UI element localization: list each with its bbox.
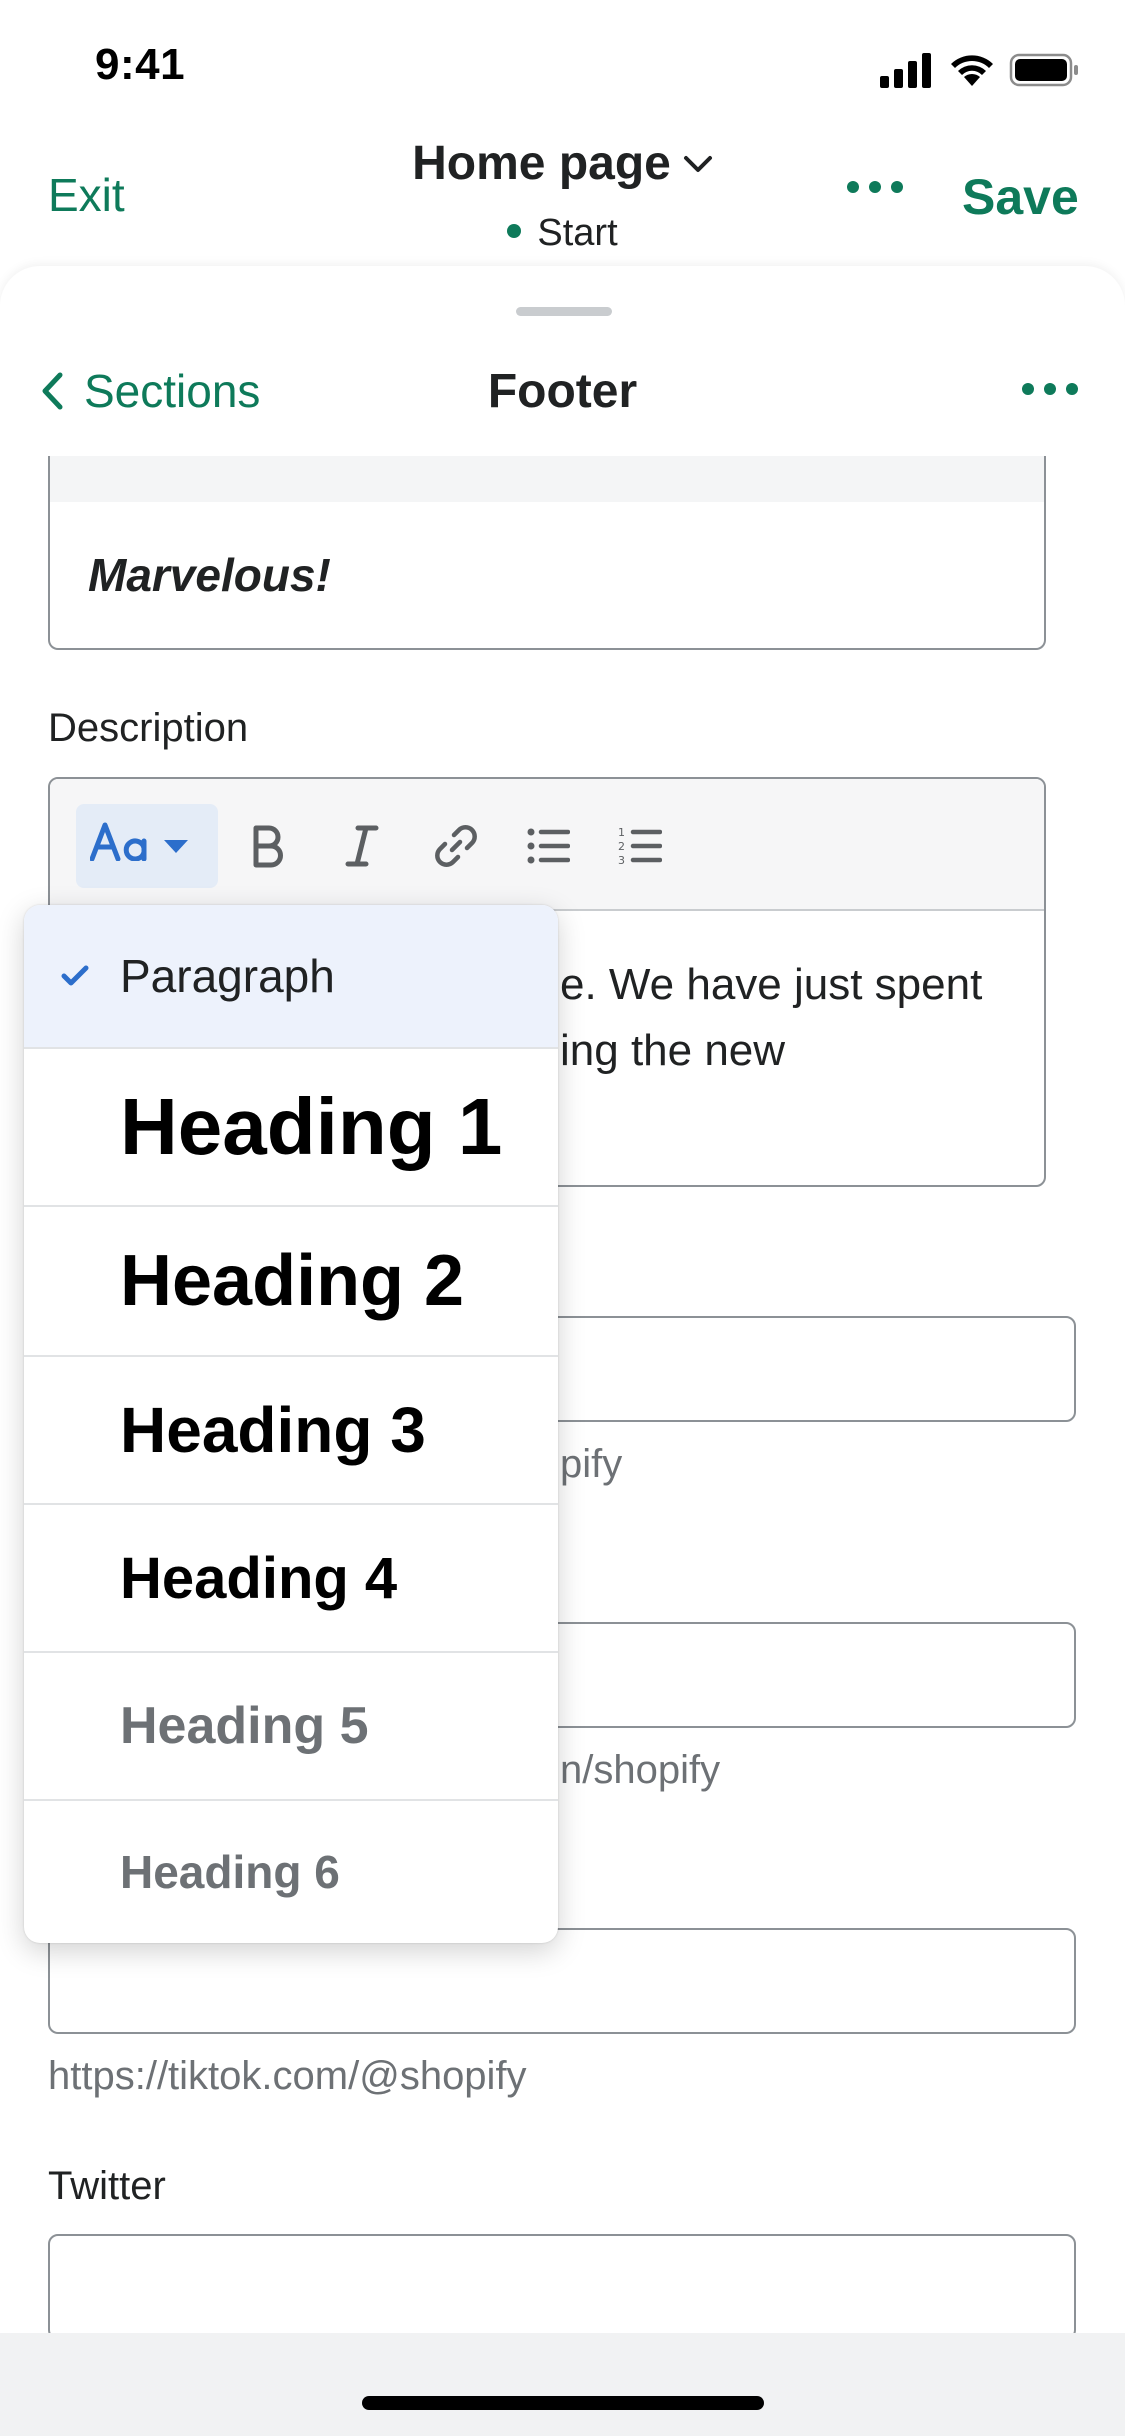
battery-icon — [1009, 53, 1078, 87]
caret-down-icon — [164, 840, 188, 853]
format-dropdown: Paragraph Heading 1 Heading 2 Heading 3 … — [24, 905, 558, 1943]
status-icons — [880, 52, 1080, 88]
format-option-label: Heading 6 — [120, 1846, 340, 1898]
twitter-label: Twitter — [48, 2164, 166, 2208]
more-horizontal-icon[interactable] — [845, 172, 905, 202]
status-time: 9:41 — [95, 40, 186, 89]
format-option-heading-4[interactable]: Heading 4 — [24, 1505, 558, 1653]
tiktok-link-input[interactable] — [48, 1928, 1076, 2034]
format-option-paragraph[interactable]: Paragraph — [24, 905, 558, 1049]
format-option-label: Heading 4 — [120, 1545, 398, 1611]
page-status-label: Start — [537, 212, 618, 254]
twitter-link-input[interactable] — [48, 2234, 1076, 2340]
svg-text:1: 1 — [618, 826, 625, 839]
svg-text:3: 3 — [618, 854, 625, 866]
page-status: Start — [0, 212, 1125, 255]
numbered-list-icon[interactable]: 123 — [612, 818, 668, 874]
more-horizontal-icon[interactable] — [1020, 376, 1080, 402]
wifi-icon — [951, 55, 993, 86]
description-text-line: ing the new — [560, 1026, 786, 1075]
bold-icon[interactable] — [240, 818, 296, 874]
tiktok-link-help: https://tiktok.com/@shopify — [48, 2054, 527, 2098]
status-dot — [507, 223, 522, 238]
link-icon[interactable] — [428, 818, 484, 874]
format-option-heading-5[interactable]: Heading 5 — [24, 1653, 558, 1801]
chevron-down-icon — [683, 155, 712, 172]
social-link-help: n/shopify — [560, 1748, 721, 1792]
text-format-button[interactable] — [76, 804, 218, 888]
home-indicator[interactable] — [362, 2396, 764, 2410]
checkmark-icon — [61, 965, 89, 986]
heading-text: Marvelous! — [88, 549, 331, 601]
signal-icon — [880, 53, 931, 88]
page-title-wrap: Home page — [0, 136, 1125, 191]
bottom-bar — [0, 2333, 1125, 2436]
section-title: Footer — [487, 365, 638, 418]
heading-toolbar-remnant — [48, 456, 1046, 504]
page-title: Home page — [412, 137, 671, 190]
format-option-heading-6[interactable]: Heading 6 — [24, 1801, 558, 1943]
format-option-label: Heading 2 — [120, 1241, 465, 1321]
save-button[interactable]: Save — [962, 168, 1079, 226]
italic-icon[interactable] — [334, 818, 390, 874]
social-link-help: pify — [560, 1442, 623, 1486]
format-option-heading-2[interactable]: Heading 2 — [24, 1207, 558, 1357]
bullet-list-icon[interactable] — [520, 818, 576, 874]
svg-text:2: 2 — [618, 840, 625, 853]
format-option-heading-1[interactable]: Heading 1 — [24, 1049, 558, 1207]
format-option-label: Paragraph — [120, 950, 335, 1002]
format-option-label: Heading 1 — [120, 1082, 503, 1171]
description-text-line: e. We have just spent — [560, 960, 983, 1009]
format-option-heading-3[interactable]: Heading 3 — [24, 1357, 558, 1505]
description-label: Description — [48, 706, 249, 750]
page-selector[interactable]: Home page — [412, 136, 713, 191]
format-option-label: Heading 5 — [120, 1697, 369, 1755]
sheet-drag-handle[interactable] — [516, 307, 612, 316]
text-format-icon — [89, 821, 148, 872]
format-option-label: Heading 3 — [120, 1394, 426, 1466]
